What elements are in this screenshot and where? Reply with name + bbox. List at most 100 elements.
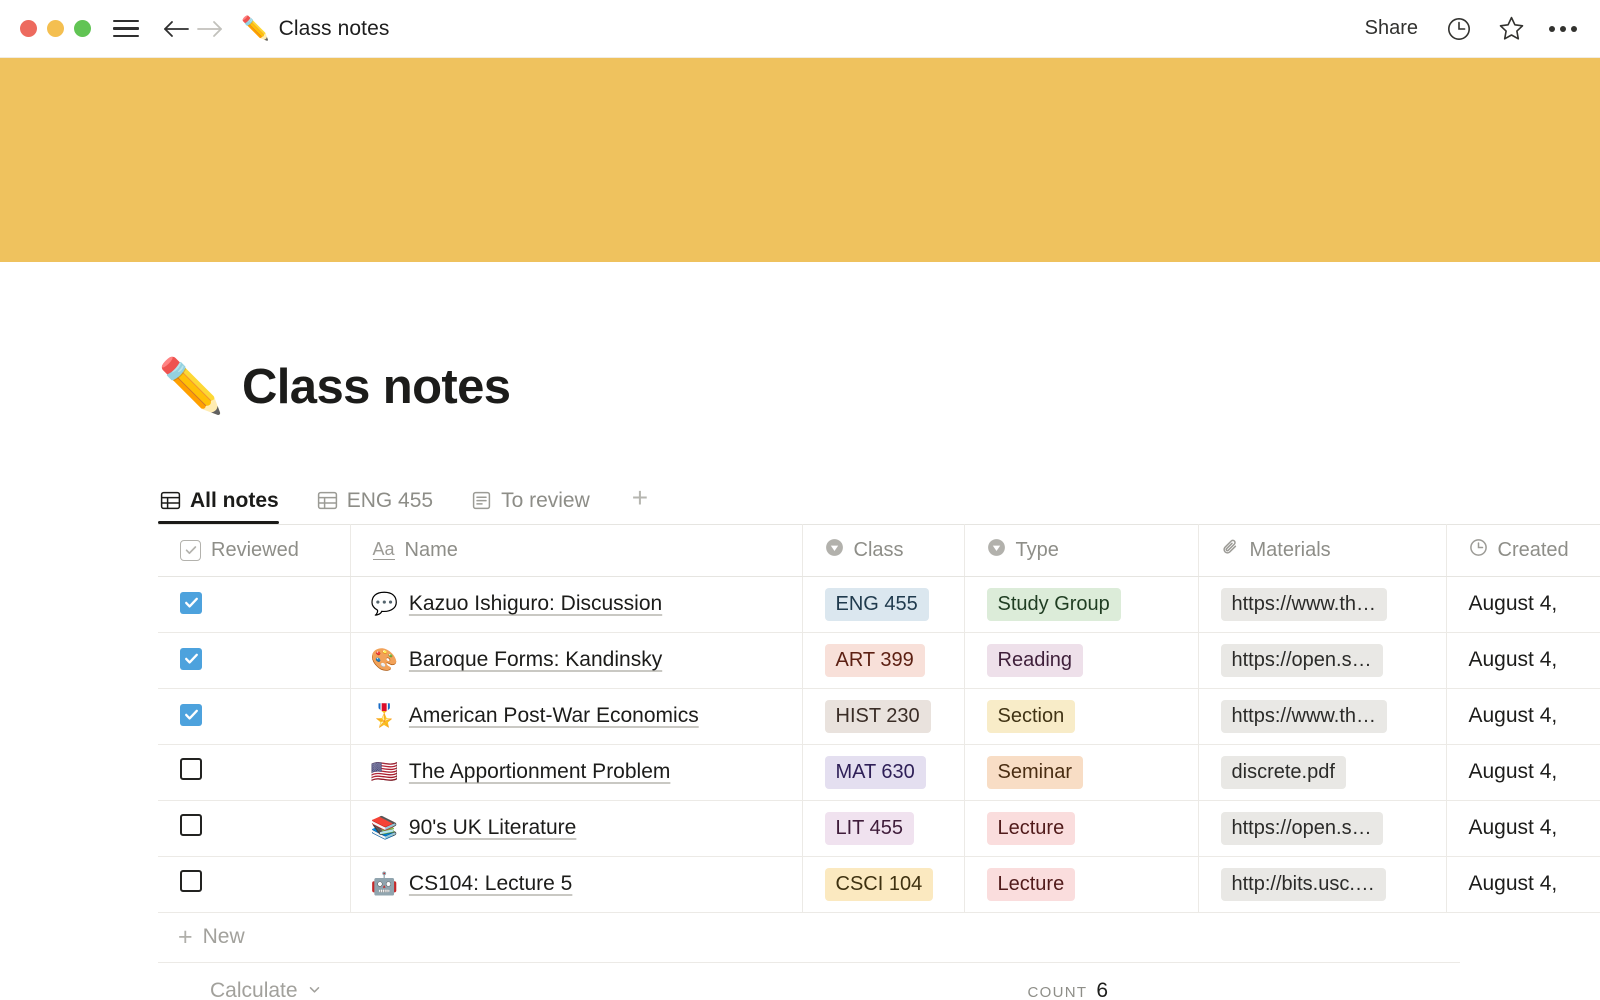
clock-icon[interactable] [1444,14,1474,44]
star-icon[interactable] [1496,14,1526,44]
cell-type: Reading [964,632,1198,688]
breadcrumb[interactable]: Class notes [279,17,390,41]
hamburger-icon[interactable] [113,19,139,39]
checkbox-unchecked[interactable] [180,758,202,780]
cell-created: August 4, [1446,856,1600,912]
tab-eng-455[interactable]: ENG 455 [315,489,447,524]
arrow-left-icon[interactable] [159,12,193,46]
class-tag[interactable]: LIT 455 [825,812,914,845]
row-title-link[interactable]: Baroque Forms: Kandinsky [409,648,662,672]
type-tag[interactable]: Seminar [987,756,1083,789]
row-emoji: 🎖️ [371,705,398,727]
material-chip[interactable]: discrete.pdf [1221,756,1346,789]
maximize-window-button[interactable] [74,20,91,37]
column-header-name[interactable]: Aa Name [350,524,802,576]
type-tag[interactable]: Section [987,700,1076,733]
minimize-window-button[interactable] [47,20,64,37]
arrow-right-icon[interactable] [193,12,227,46]
column-header-created[interactable]: Created [1446,524,1600,576]
cell-materials: http://bits.usc.… [1198,856,1446,912]
text-aa-icon: Aa [373,540,395,560]
checkbox-checked[interactable] [180,648,202,670]
plus-icon: + [178,925,193,950]
list-icon [471,490,492,511]
created-date: August 4, [1469,592,1558,615]
material-chip[interactable]: http://bits.usc.… [1221,868,1386,901]
row-title-link[interactable]: The Apportionment Problem [409,760,670,784]
created-date: August 4, [1469,872,1558,895]
cell-class: MAT 630 [802,744,964,800]
class-tag[interactable]: ART 399 [825,644,925,677]
table-row[interactable]: 🎨 Baroque Forms: Kandinsky ART 399 Reading h… [158,632,1600,688]
window-controls [20,20,91,37]
created-date: August 4, [1469,816,1558,839]
cell-materials: https://www.th… [1198,576,1446,632]
cell-class: ENG 455 [802,576,964,632]
page-title[interactable]: Class notes [242,359,510,415]
table-row[interactable]: 🎖️ American Post-War Economics HIST 230 Sec… [158,688,1600,744]
cell-type: Seminar [964,744,1198,800]
checkbox-unchecked[interactable] [180,814,202,836]
row-title-link[interactable]: Kazuo Ishiguro: Discussion [409,592,662,616]
row-emoji: 🎨 [371,649,398,671]
created-date: August 4, [1469,648,1558,671]
type-tag[interactable]: Lecture [987,812,1076,845]
tab-to-review[interactable]: To review [469,489,604,524]
row-title-link[interactable]: American Post-War Economics [409,704,699,728]
tab-all-notes[interactable]: All notes [158,489,293,524]
checkbox-checked[interactable] [180,704,202,726]
page-content: ✏️ Class notes All notes ENG 455 [0,262,1600,1000]
new-row-button[interactable]: + New [158,913,1460,963]
paperclip-icon [1221,538,1240,563]
column-header-label: Class [854,539,904,562]
cell-reviewed [158,744,350,800]
title-bar: ✏️ Class notes Share [0,0,1600,58]
add-view-button[interactable]: + [626,484,654,524]
table-row[interactable]: 📚90's UK LiteratureLIT 455Lecturehttps:/… [158,800,1600,856]
class-tag[interactable]: MAT 630 [825,756,926,789]
column-header-reviewed[interactable]: Reviewed [158,524,350,576]
cell-created: August 4, [1446,632,1600,688]
checkbox-checked[interactable] [180,592,202,614]
calculate-dropdown[interactable]: Calculate [210,979,322,1000]
type-tag[interactable]: Reading [987,644,1084,677]
cell-materials: https://open.s… [1198,632,1446,688]
row-emoji: 🤖 [371,873,398,895]
type-tag[interactable]: Study Group [987,588,1121,621]
cell-type: Lecture [964,856,1198,912]
material-chip[interactable]: https://open.s… [1221,644,1383,677]
close-window-button[interactable] [20,20,37,37]
class-tag[interactable]: HIST 230 [825,700,931,733]
material-chip[interactable]: https://www.th… [1221,700,1388,733]
cell-type: Section [964,688,1198,744]
cell-class: LIT 455 [802,800,964,856]
column-header-materials[interactable]: Materials [1198,524,1446,576]
cell-materials: https://www.th… [1198,688,1446,744]
row-title-link[interactable]: 90's UK Literature [409,816,576,840]
class-tag[interactable]: ENG 455 [825,588,929,621]
count-value: 6 [1096,979,1108,1000]
cell-created: August 4, [1446,800,1600,856]
count-summary[interactable]: COUNT 6 [1027,979,1108,1000]
page-icon-emoji[interactable]: ✏️ [158,360,224,413]
cell-class: CSCI 104 [802,856,964,912]
cover-banner[interactable] [0,58,1600,262]
cell-type: Study Group [964,576,1198,632]
column-header-type[interactable]: Type [964,524,1198,576]
class-tag[interactable]: CSCI 104 [825,868,934,901]
cell-materials: https://open.s… [1198,800,1446,856]
cell-name: 💬Kazuo Ishiguro: Discussion [350,576,802,632]
table-row[interactable]: 💬Kazuo Ishiguro: Discussion ENG 455 Study … [158,576,1600,632]
ellipsis-icon[interactable] [1548,14,1578,44]
share-button[interactable]: Share [1361,15,1422,42]
material-chip[interactable]: https://www.th… [1221,588,1388,621]
type-tag[interactable]: Lecture [987,868,1076,901]
cell-name: 🎖️ American Post-War Economics [350,688,802,744]
table-row[interactable]: 🇺🇸The Apportionment ProblemMAT 630Semina… [158,744,1600,800]
row-title-link[interactable]: CS104: Lecture 5 [409,872,572,896]
table-footer: Calculate COUNT 6 [158,963,1460,1000]
column-header-class[interactable]: Class [802,524,964,576]
table-row[interactable]: 🤖 CS104: Lecture 5 CSCI 104 Lecture http://b… [158,856,1600,912]
checkbox-unchecked[interactable] [180,870,202,892]
material-chip[interactable]: https://open.s… [1221,812,1383,845]
